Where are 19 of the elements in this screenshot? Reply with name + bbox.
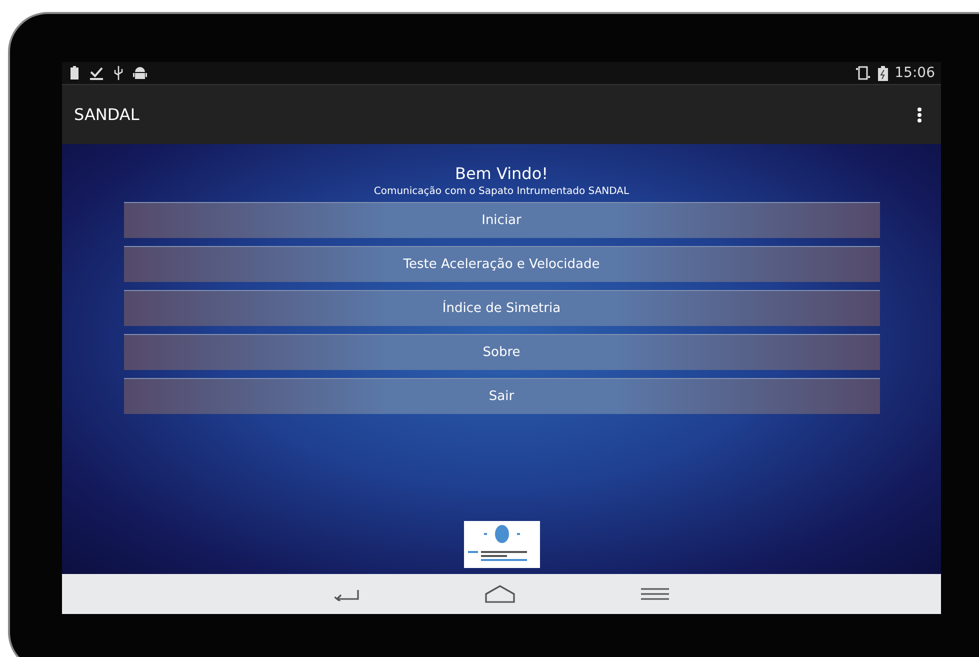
menu-button[interactable]: Índice de Simetria [124, 290, 880, 326]
overflow-menu-icon[interactable] [917, 106, 922, 122]
back-icon[interactable] [334, 587, 360, 601]
home-icon[interactable] [484, 585, 516, 603]
battery-icon [70, 66, 79, 80]
menu-button[interactable]: Sobre [124, 334, 880, 370]
menu-button[interactable]: Iniciar [124, 202, 880, 238]
rotation-icon [854, 66, 871, 80]
usb-icon [114, 66, 123, 80]
welcome-title: Bem Vindo! [454, 164, 548, 183]
welcome-subtitle: Comunicação com o Sapato Intrumentado SANDAL [374, 186, 630, 197]
android-icon [133, 66, 147, 80]
download-icon [89, 66, 104, 80]
battery-charging-icon [878, 66, 888, 80]
menu-button[interactable]: Teste Aceleração e Velocidade [124, 246, 880, 282]
clock-time: 15:06 [894, 65, 935, 81]
menu-icon[interactable] [640, 588, 669, 600]
menu-button[interactable]: Sair [124, 378, 880, 414]
app-title: SANDAL [74, 105, 140, 124]
